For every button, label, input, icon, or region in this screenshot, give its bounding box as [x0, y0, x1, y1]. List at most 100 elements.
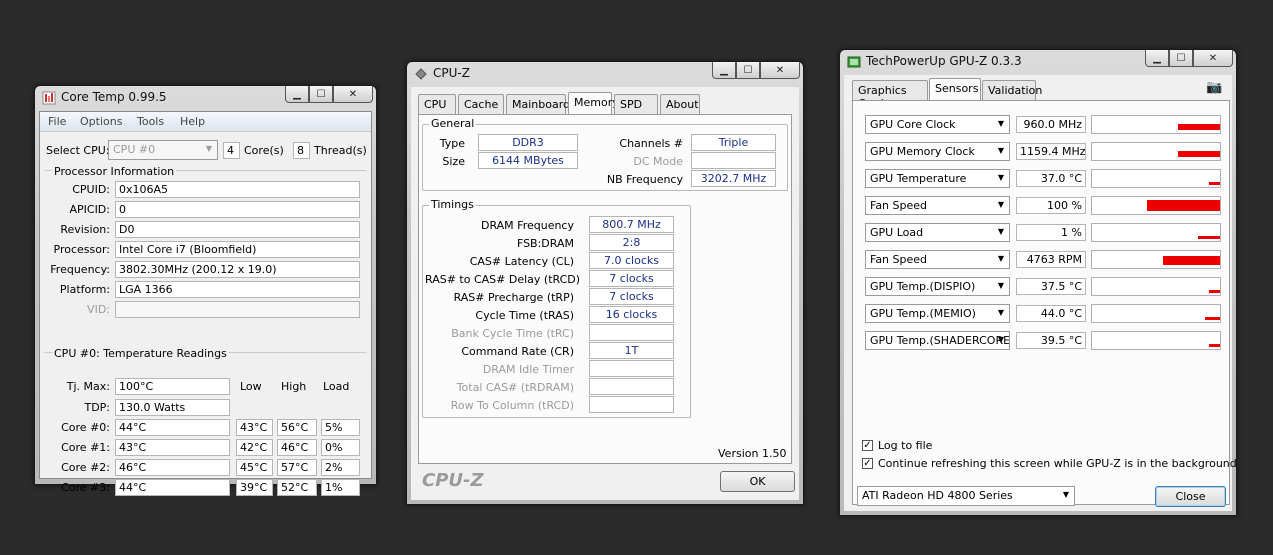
gpuz-titlebar[interactable]: TechPowerUp GPU-Z 0.3.3 ▁ ☐ ✕: [840, 50, 1236, 74]
timing-label: Total CAS# (tRDRAM): [456, 381, 574, 394]
tab-graphics-card[interactable]: Graphics Card: [852, 80, 928, 110]
tdp-value: 130.0 Watts: [115, 399, 230, 416]
tab-cpu[interactable]: CPU: [418, 94, 456, 114]
sensor-selector[interactable]: Fan Speed ▼: [865, 250, 1010, 269]
timing-value: [589, 324, 674, 341]
sensor-graph: [1091, 331, 1221, 350]
tab-spd[interactable]: SPD: [614, 94, 658, 114]
log-to-file-checkbox[interactable]: ✓: [862, 440, 873, 451]
maximize-button[interactable]: ☐: [309, 86, 333, 103]
close-button[interactable]: ✕: [760, 62, 800, 79]
sensor-selector[interactable]: GPU Temperature ▼: [865, 169, 1010, 188]
close-button[interactable]: ✕: [333, 86, 373, 103]
core-label: Core #2:: [61, 461, 110, 474]
sensor-value: 37.0 °C: [1016, 170, 1086, 187]
version-text: Version 1.50: [718, 447, 787, 460]
timing-label: Command Rate (CR): [461, 345, 574, 358]
size-value: 6144 MBytes: [478, 152, 578, 169]
tab-sensors[interactable]: Sensors: [929, 78, 981, 101]
sensor-value: 4763 RPM: [1016, 251, 1086, 268]
maximize-button[interactable]: ☐: [736, 62, 760, 79]
sensor-graph-bar: [1178, 151, 1220, 157]
sensor-selector[interactable]: GPU Temp.(SHADERCORE) ▼: [865, 331, 1010, 350]
window-title: TechPowerUp GPU-Z 0.3.3: [866, 54, 1022, 68]
info-label: Platform:: [59, 283, 110, 296]
nbfreq-label: NB Frequency: [606, 173, 683, 186]
sensor-graph-bar: [1209, 290, 1220, 293]
sensor-label: GPU Core Clock: [870, 118, 956, 131]
type-label: Type: [439, 137, 465, 150]
tab-mainboard[interactable]: Mainboard: [506, 94, 570, 114]
chevron-down-icon: ▼: [997, 173, 1004, 182]
ok-button[interactable]: OK: [720, 471, 795, 492]
cpuz-app-icon: [415, 68, 427, 80]
chevron-down-icon: ▼: [205, 144, 212, 153]
graphics-card-dropdown[interactable]: ATI Radeon HD 4800 Series ▼: [857, 486, 1075, 506]
minimize-button[interactable]: ▁: [285, 86, 309, 103]
close-dialog-button[interactable]: Close: [1155, 486, 1226, 507]
sensor-graph: [1091, 223, 1221, 242]
nbfreq-value: 3202.7 MHz: [691, 170, 776, 187]
sensor-value: 960.0 MHz: [1016, 116, 1086, 133]
sensor-graph: [1091, 196, 1221, 215]
menu-help[interactable]: Help: [180, 115, 205, 128]
sensor-graph-bar: [1178, 124, 1220, 130]
chevron-down-icon: ▼: [997, 281, 1004, 290]
close-button[interactable]: ✕: [1193, 50, 1233, 67]
sensor-graph-bar: [1147, 200, 1220, 211]
core-temp: 46°C: [115, 459, 230, 476]
timing-label: RAS# Precharge (tRP): [453, 291, 574, 304]
menu-options[interactable]: Options: [80, 115, 122, 128]
gpuz-client: Graphics CardSensorsValidation 📷 GPU Cor…: [844, 75, 1237, 511]
timing-value: 16 clocks: [589, 306, 674, 323]
maximize-icon: ☐: [1176, 52, 1186, 64]
menu-tools[interactable]: Tools: [137, 115, 164, 128]
sensor-selector[interactable]: GPU Core Clock ▼: [865, 115, 1010, 134]
timing-label: DRAM Idle Timer: [482, 363, 574, 376]
chevron-down-icon: ▼: [997, 200, 1004, 209]
core-label: Core #3:: [61, 481, 110, 494]
continue-refresh-label: Continue refreshing this screen while GP…: [878, 457, 1237, 470]
tab-validation[interactable]: Validation: [982, 80, 1042, 100]
dcmode-label: DC Mode: [633, 155, 683, 168]
sensor-selector[interactable]: GPU Memory Clock ▼: [865, 142, 1010, 161]
sensor-label: GPU Load: [870, 226, 924, 239]
sensor-selector[interactable]: GPU Temp.(DISPIO) ▼: [865, 277, 1010, 296]
maximize-button[interactable]: ☐: [1169, 50, 1193, 67]
threads-label: Thread(s): [314, 144, 367, 157]
chevron-down-icon: ▼: [997, 335, 1004, 344]
select-cpu-value: CPU #0: [113, 143, 156, 156]
select-cpu-dropdown[interactable]: CPU #0 ▼: [108, 140, 218, 160]
core-temp-titlebar[interactable]: Core Temp 0.99.5 ▁ ☐ ✕: [35, 86, 376, 110]
minimize-button[interactable]: ▁: [712, 62, 736, 79]
timing-value: [589, 378, 674, 395]
info-label: Frequency:: [50, 263, 110, 276]
sensor-value: 100 %: [1016, 197, 1086, 214]
tab-about[interactable]: About: [660, 94, 700, 114]
sensor-selector[interactable]: GPU Temp.(MEMIO) ▼: [865, 304, 1010, 323]
tab-memory[interactable]: Memory: [568, 92, 619, 115]
sensor-label: GPU Temp.(SHADERCORE): [870, 334, 1010, 347]
sensor-selector[interactable]: Fan Speed ▼: [865, 196, 1010, 215]
timing-label: FSB:DRAM: [516, 237, 574, 250]
minimize-icon: ▁: [293, 88, 301, 100]
camera-icon[interactable]: 📷: [1206, 80, 1222, 95]
menu-file[interactable]: File: [48, 115, 66, 128]
dcmode-value: [691, 152, 776, 169]
core-high: 46°C: [277, 439, 317, 456]
cores-label: Core(s): [244, 144, 284, 157]
chevron-down-icon: ▼: [997, 227, 1004, 236]
info-value: D0: [115, 221, 360, 238]
channels-label: Channels #: [619, 137, 683, 150]
tab-cache[interactable]: Cache: [458, 94, 504, 114]
minimize-button[interactable]: ▁: [1145, 50, 1169, 67]
menu-bar: File Options Tools Help: [40, 112, 371, 132]
core-low: 42°C: [236, 439, 273, 456]
continue-refresh-checkbox[interactable]: ✓: [862, 458, 873, 469]
cpuz-titlebar[interactable]: CPU-Z ▁ ☐ ✕: [407, 62, 803, 86]
sensor-selector[interactable]: GPU Load ▼: [865, 223, 1010, 242]
graphics-card-value: ATI Radeon HD 4800 Series: [862, 489, 1013, 502]
timing-value: 800.7 MHz: [589, 216, 674, 233]
minimize-icon: ▁: [1153, 52, 1161, 64]
info-label: Revision:: [60, 223, 110, 236]
